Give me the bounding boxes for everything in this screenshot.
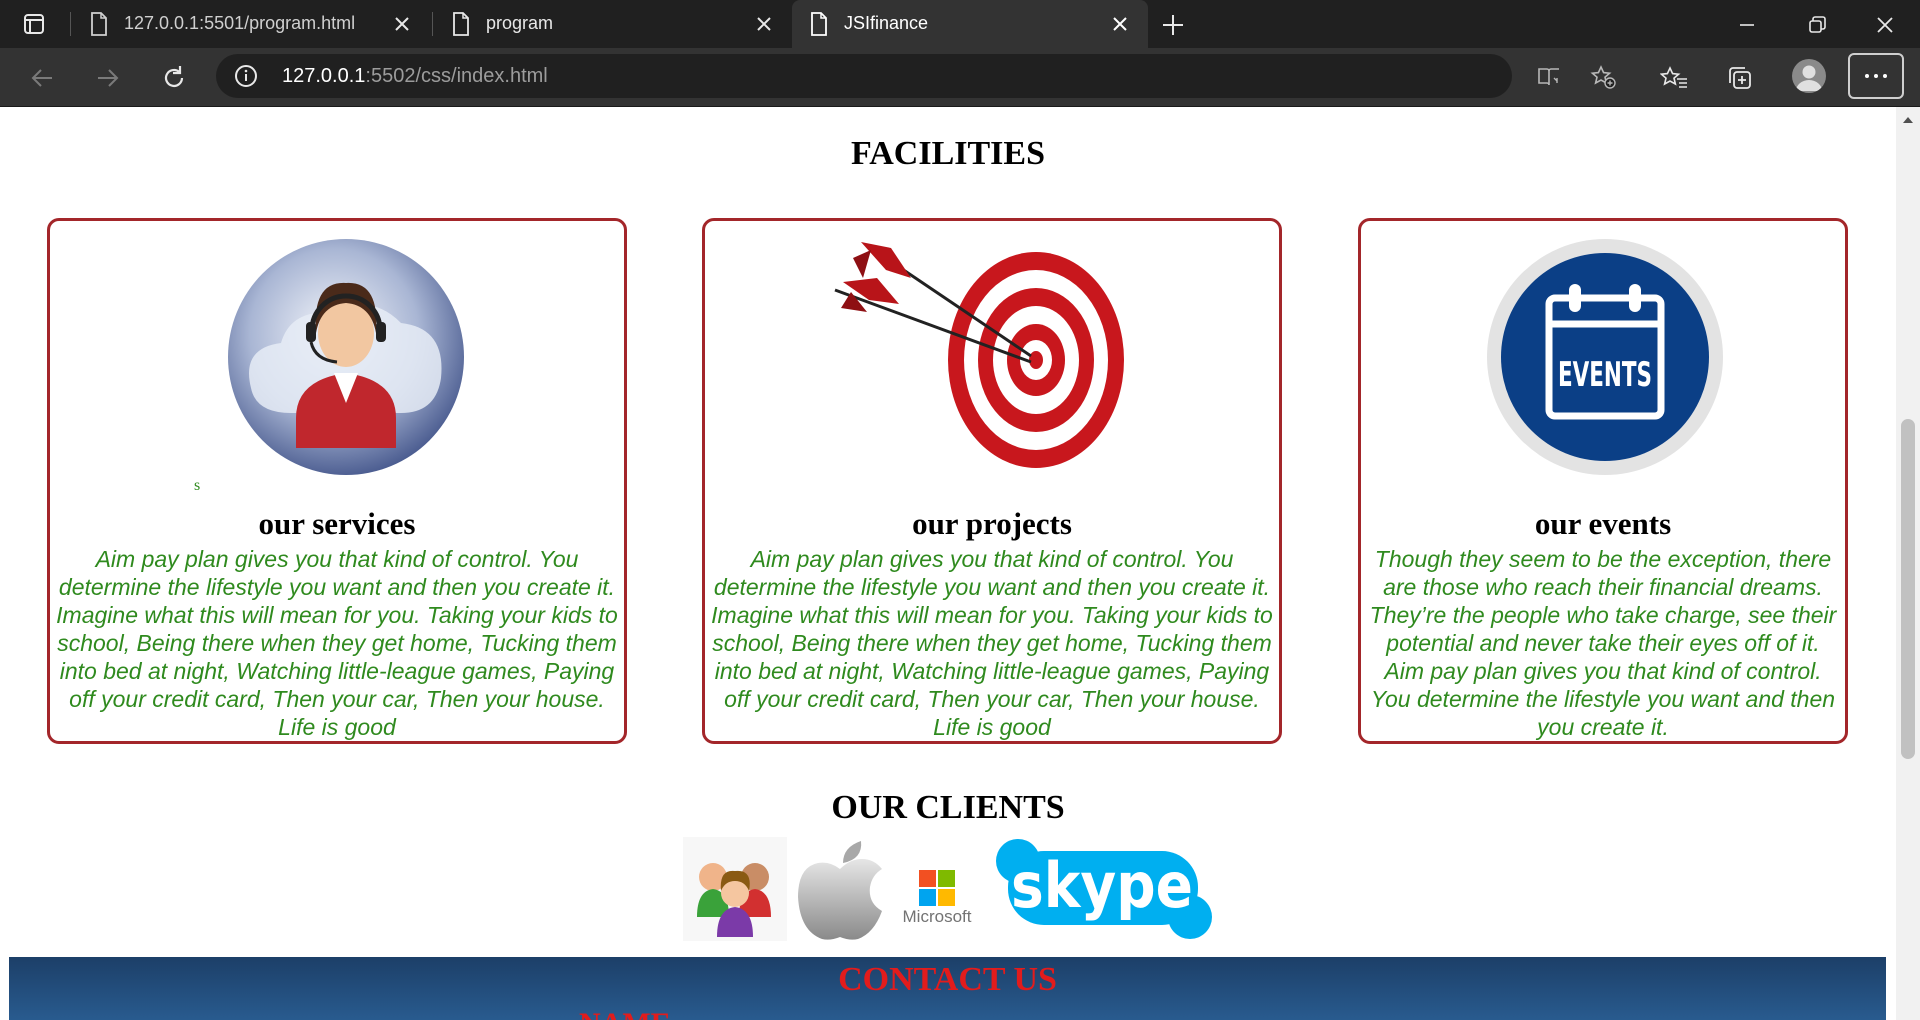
tab-jsifinance[interactable]: JSIfinance [792,0,1148,48]
close-icon[interactable] [1110,14,1130,34]
page-viewport: FACILITIES s our services Aim pay plan g… [0,107,1896,1020]
microsoft-squares-icon [919,870,955,906]
events-card: EVENTS our events Though they seem to be… [1358,218,1848,744]
microsoft-logo-text: Microsoft [902,907,972,926]
tab-title: program [486,13,554,33]
tab-title: 127.0.0.1:5501/program.html [124,13,356,33]
card-description: Aim pay plan gives you that kind of cont… [56,546,618,740]
restore-icon[interactable] [1804,12,1830,38]
collections-icon[interactable] [1726,64,1754,92]
people-group-logo [683,837,787,941]
address-bar[interactable]: 127.0.0.1:5502/css/index.html [216,54,1616,98]
favorites-icon[interactable] [1660,64,1688,92]
refresh-icon[interactable] [160,64,188,92]
browser-tab-bar: 127.0.0.1:5501/program.html program JSIf… [0,0,1920,48]
scrollbar-thumb[interactable] [1901,419,1915,759]
immersive-reader-icon[interactable] [1536,64,1562,90]
card-title: our events [1534,506,1672,541]
profile-avatar-icon[interactable] [1792,59,1826,93]
tab-separator [70,12,71,36]
projects-card: our projects Aim pay plan gives you that… [702,218,1282,744]
browser-toolbar: 127.0.0.1:5502/css/index.html [0,48,1920,107]
url-text[interactable]: 127.0.0.1:5502/css/index.html [282,65,548,88]
contact-heading: CONTACT US [838,961,1057,998]
skype-logo: skype [996,839,1212,939]
tab-program[interactable]: program [434,0,792,48]
events-calendar-icon: EVENTS [1487,239,1723,475]
forward-arrow-icon[interactable] [94,64,122,92]
services-card: s our services Aim pay plan gives you th… [47,218,627,744]
minimize-icon[interactable] [1734,12,1760,38]
clients-heading: OUR CLIENTS [831,789,1065,826]
page-icon [91,12,107,36]
star-plus-icon[interactable] [1590,64,1616,90]
call-center-agent-icon [228,239,464,475]
page-icon [453,12,469,36]
close-icon[interactable] [754,14,774,34]
more-dots-icon [1865,74,1887,78]
page-icon [811,12,827,36]
avatar-silhouette-icon [1796,65,1822,91]
tab-actions-icon[interactable] [22,12,46,36]
card-description: Aim pay plan gives you that kind of cont… [711,546,1273,740]
contact-section: CONTACT US NAME [9,957,1886,1020]
close-icon[interactable] [392,14,412,34]
target-with-arrows-icon [834,242,1124,468]
apple-logo [798,841,882,940]
info-icon[interactable] [234,64,258,88]
microsoft-logo: Microsoft [893,837,981,941]
window-close-icon[interactable] [1872,12,1898,38]
card-description: Though they seem to be the exception, th… [1369,546,1837,740]
stray-text: s [194,477,201,494]
tab-title: JSIfinance [844,13,929,33]
card-title: our services [258,506,416,541]
url-host: 127.0.0.1 [282,65,366,87]
events-badge-label: EVENTS [1558,355,1652,395]
url-path: :5502/css/index.html [365,65,548,87]
tab-program-5501[interactable]: 127.0.0.1:5501/program.html [72,0,430,48]
back-arrow-icon[interactable] [28,64,56,92]
settings-menu-button[interactable] [1848,53,1904,99]
scroll-up-arrow-icon[interactable] [1902,115,1914,125]
facilities-heading: FACILITIES [851,135,1045,172]
name-field-label: NAME [579,1007,671,1020]
tab-separator [432,12,433,36]
plus-icon[interactable] [1160,12,1186,38]
skype-logo-text: skype [1011,849,1193,922]
page-scrollbar[interactable] [1896,107,1920,1020]
card-title: our projects [912,506,1072,541]
